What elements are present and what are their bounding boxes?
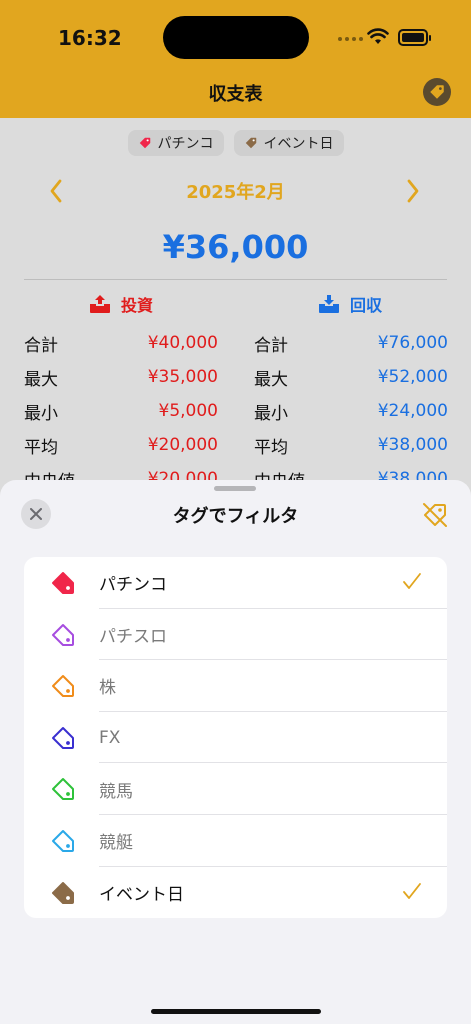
checkmark-icon [403, 882, 421, 899]
tag-row[interactable]: 競馬 [24, 763, 447, 815]
tag-icon [139, 137, 150, 149]
stat-row: 合計 ¥40,000 [24, 326, 218, 360]
stat-row: 最小 ¥5,000 [24, 394, 218, 428]
tag-label: パチスロ [99, 626, 167, 647]
stat-value: ¥35,000 [147, 367, 218, 387]
stat-key: 最大 [254, 369, 288, 390]
stat-key: 最小 [254, 403, 288, 424]
stat-row: 平均 ¥20,000 [24, 428, 218, 462]
chip-label: パチンコ [157, 136, 214, 152]
tag-label: 競艇 [99, 833, 133, 854]
investment-label: 投資 [121, 296, 154, 315]
tray-download-icon [319, 295, 339, 313]
tag-row[interactable]: パチスロ [24, 609, 447, 661]
stat-row: 合計 ¥76,000 [254, 326, 448, 360]
stat-value: ¥24,000 [377, 401, 448, 421]
clear-tags-button[interactable] [420, 500, 450, 530]
tag-icon [52, 623, 74, 646]
stat-value: ¥38,000 [377, 435, 448, 455]
tag-row[interactable]: イベント日 [24, 867, 447, 919]
stat-key: 合計 [24, 335, 58, 356]
sheet-title: タグでフィルタ [172, 506, 299, 527]
wifi-icon [367, 28, 389, 44]
recovery-label: 回収 [350, 296, 383, 315]
active-tag-chips: パチンコ イベント日 [0, 130, 471, 156]
tag-list: パチンコパチスロ株 FX 競馬競艇イベント日 [24, 557, 447, 919]
investment-stats: 合計¥40,000 最大¥35,000 最小¥5,000 平均¥20,000 中… [24, 326, 218, 496]
stat-value: ¥40,000 [147, 333, 218, 353]
tag-filter-button[interactable] [423, 78, 451, 106]
stat-row: 平均 ¥38,000 [254, 428, 448, 462]
tag-filter-sheet: タグでフィルタ パチンコパチスロ株 FX 競馬競艇イベント日 [0, 480, 471, 1024]
next-month-button[interactable] [401, 178, 425, 204]
tag-row[interactable]: 株 [24, 660, 447, 712]
dynamic-island [163, 16, 309, 59]
divider [24, 279, 447, 280]
status-time: 16:32 [58, 26, 122, 50]
stat-row: 最大 ¥35,000 [24, 360, 218, 394]
chip-event-day[interactable]: イベント日 [233, 130, 344, 156]
tag-label: パチンコ [99, 575, 167, 596]
balance-total: ¥36,000 [162, 228, 309, 266]
cellular-signal-icon [338, 37, 363, 41]
tag-icon [52, 829, 74, 852]
sheet-grabber[interactable] [214, 486, 256, 491]
tag-row[interactable]: FX [24, 712, 447, 764]
tag-icon [52, 572, 74, 594]
checkmark-icon [403, 573, 421, 589]
navigation-bar: 16:32 収支表 [0, 0, 471, 118]
stat-key: 最大 [24, 369, 58, 390]
tag-row[interactable]: パチンコ [24, 557, 447, 609]
page-title: 収支表 [208, 84, 263, 105]
tag-label: イベント日 [99, 884, 184, 905]
stat-value: ¥52,000 [377, 367, 448, 387]
chip-pachinko[interactable]: パチンコ [127, 130, 224, 156]
recovery-header: 回収 [318, 292, 382, 316]
stat-key: 平均 [24, 437, 58, 458]
tag-label: 競馬 [99, 781, 133, 802]
tag-icon [52, 726, 74, 749]
home-indicator[interactable] [151, 1009, 321, 1014]
stat-row: 最小 ¥24,000 [254, 394, 448, 428]
tag-label: FX [99, 727, 121, 748]
stat-row: 最大 ¥52,000 [254, 360, 448, 394]
chevron-right-icon [407, 179, 419, 203]
battery-icon [398, 29, 431, 46]
recovery-stats: 合計 ¥76,000 最大 ¥52,000 最小 ¥24,000 平均 ¥38,000 … [254, 326, 448, 496]
tag-slash-icon [423, 503, 447, 527]
stat-value: ¥76,000 [377, 333, 448, 353]
tag-icon [52, 778, 74, 801]
investment-header: 投資 [89, 292, 153, 316]
stat-key: 合計 [254, 335, 288, 356]
stat-key: 最小 [24, 403, 58, 424]
tag-label: 株 [99, 678, 116, 699]
stat-value: ¥5,000 [158, 401, 218, 421]
tag-row[interactable]: 競艇 [24, 815, 447, 867]
tag-icon [245, 137, 256, 149]
chip-label: イベント日 [263, 136, 334, 152]
tray-upload-icon [90, 295, 110, 313]
tag-icon [52, 881, 74, 904]
tag-icon [430, 85, 444, 99]
stat-value: ¥20,000 [147, 435, 218, 455]
tag-icon [52, 675, 74, 698]
stat-key: 平均 [254, 437, 288, 458]
